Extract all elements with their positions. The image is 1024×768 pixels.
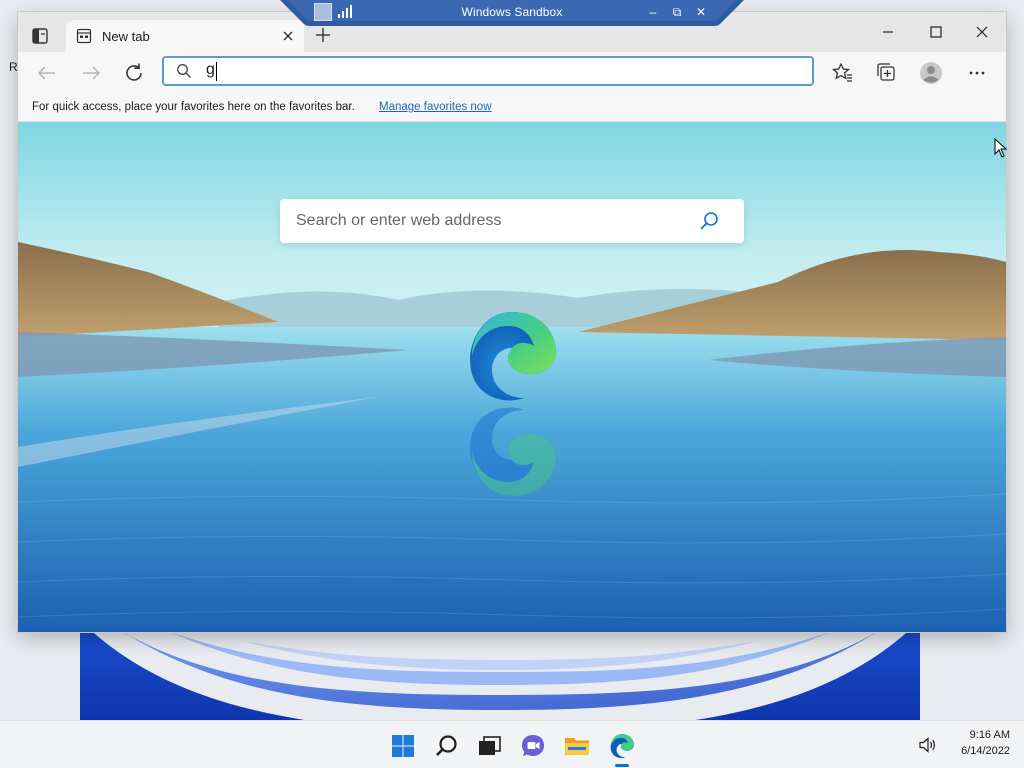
more-options-icon[interactable] xyxy=(964,60,990,86)
favorites-bar-hint: For quick access, place your favorites h… xyxy=(32,101,355,113)
sandbox-minimize-button[interactable]: – xyxy=(644,3,662,21)
maximize-window-icon[interactable] xyxy=(918,18,954,46)
minimize-window-icon[interactable] xyxy=(870,18,906,46)
edge-icon[interactable] xyxy=(609,733,635,759)
forward-arrow-icon[interactable] xyxy=(78,60,104,86)
text-caret xyxy=(216,62,217,81)
tab-actions-icon[interactable] xyxy=(30,26,50,46)
new-tab-plus-icon[interactable] xyxy=(314,26,332,44)
sandbox-close-button[interactable]: ✕ xyxy=(692,3,710,21)
sandbox-title-bar[interactable]: Windows Sandbox – ⧉ ✕ xyxy=(280,0,744,26)
collections-icon[interactable] xyxy=(874,60,900,86)
clock-date[interactable]: 6/14/2022 xyxy=(946,745,1010,757)
profile-avatar-icon[interactable] xyxy=(918,60,944,86)
new-tab-search-input[interactable] xyxy=(280,199,700,243)
taskbar xyxy=(0,720,1024,768)
address-bar-text[interactable]: g xyxy=(206,61,215,79)
close-tab-icon[interactable] xyxy=(280,28,296,44)
clipped-desktop-label: R xyxy=(9,60,18,74)
tab-label: New tab xyxy=(102,29,150,44)
navigation-toolbar: g xyxy=(18,52,1006,94)
new-tab-search-box[interactable] xyxy=(280,199,744,243)
close-window-icon[interactable] xyxy=(964,18,1000,46)
mouse-cursor xyxy=(994,138,1008,158)
new-tab-page xyxy=(18,122,1006,632)
address-bar[interactable]: g xyxy=(162,56,814,86)
refresh-icon[interactable] xyxy=(121,60,147,86)
favorites-bar: For quick access, place your favorites h… xyxy=(18,94,1006,122)
active-app-indicator xyxy=(615,764,629,767)
search-icon[interactable] xyxy=(434,733,460,759)
manage-favorites-link[interactable]: Manage favorites now xyxy=(379,101,492,113)
start-icon[interactable] xyxy=(390,733,416,759)
favorites-star-icon[interactable] xyxy=(830,60,856,86)
tab-new-tab[interactable]: New tab xyxy=(66,20,304,52)
search-icon[interactable] xyxy=(698,210,720,232)
sandbox-restore-button[interactable]: ⧉ xyxy=(668,3,686,21)
new-tab-page-icon xyxy=(76,28,92,44)
chat-icon[interactable] xyxy=(520,733,546,759)
back-arrow-icon[interactable] xyxy=(34,60,60,86)
search-icon xyxy=(177,64,191,78)
edge-logo-reflection xyxy=(470,407,556,496)
clock-time[interactable]: 9:16 AM xyxy=(952,729,1010,741)
volume-icon[interactable] xyxy=(918,736,938,754)
file-explorer-icon[interactable] xyxy=(564,733,590,759)
task-view-icon[interactable] xyxy=(476,733,502,759)
edge-browser-window: New tab g For quick access, place your f… xyxy=(18,12,1006,632)
edge-logo-icon xyxy=(470,312,556,401)
